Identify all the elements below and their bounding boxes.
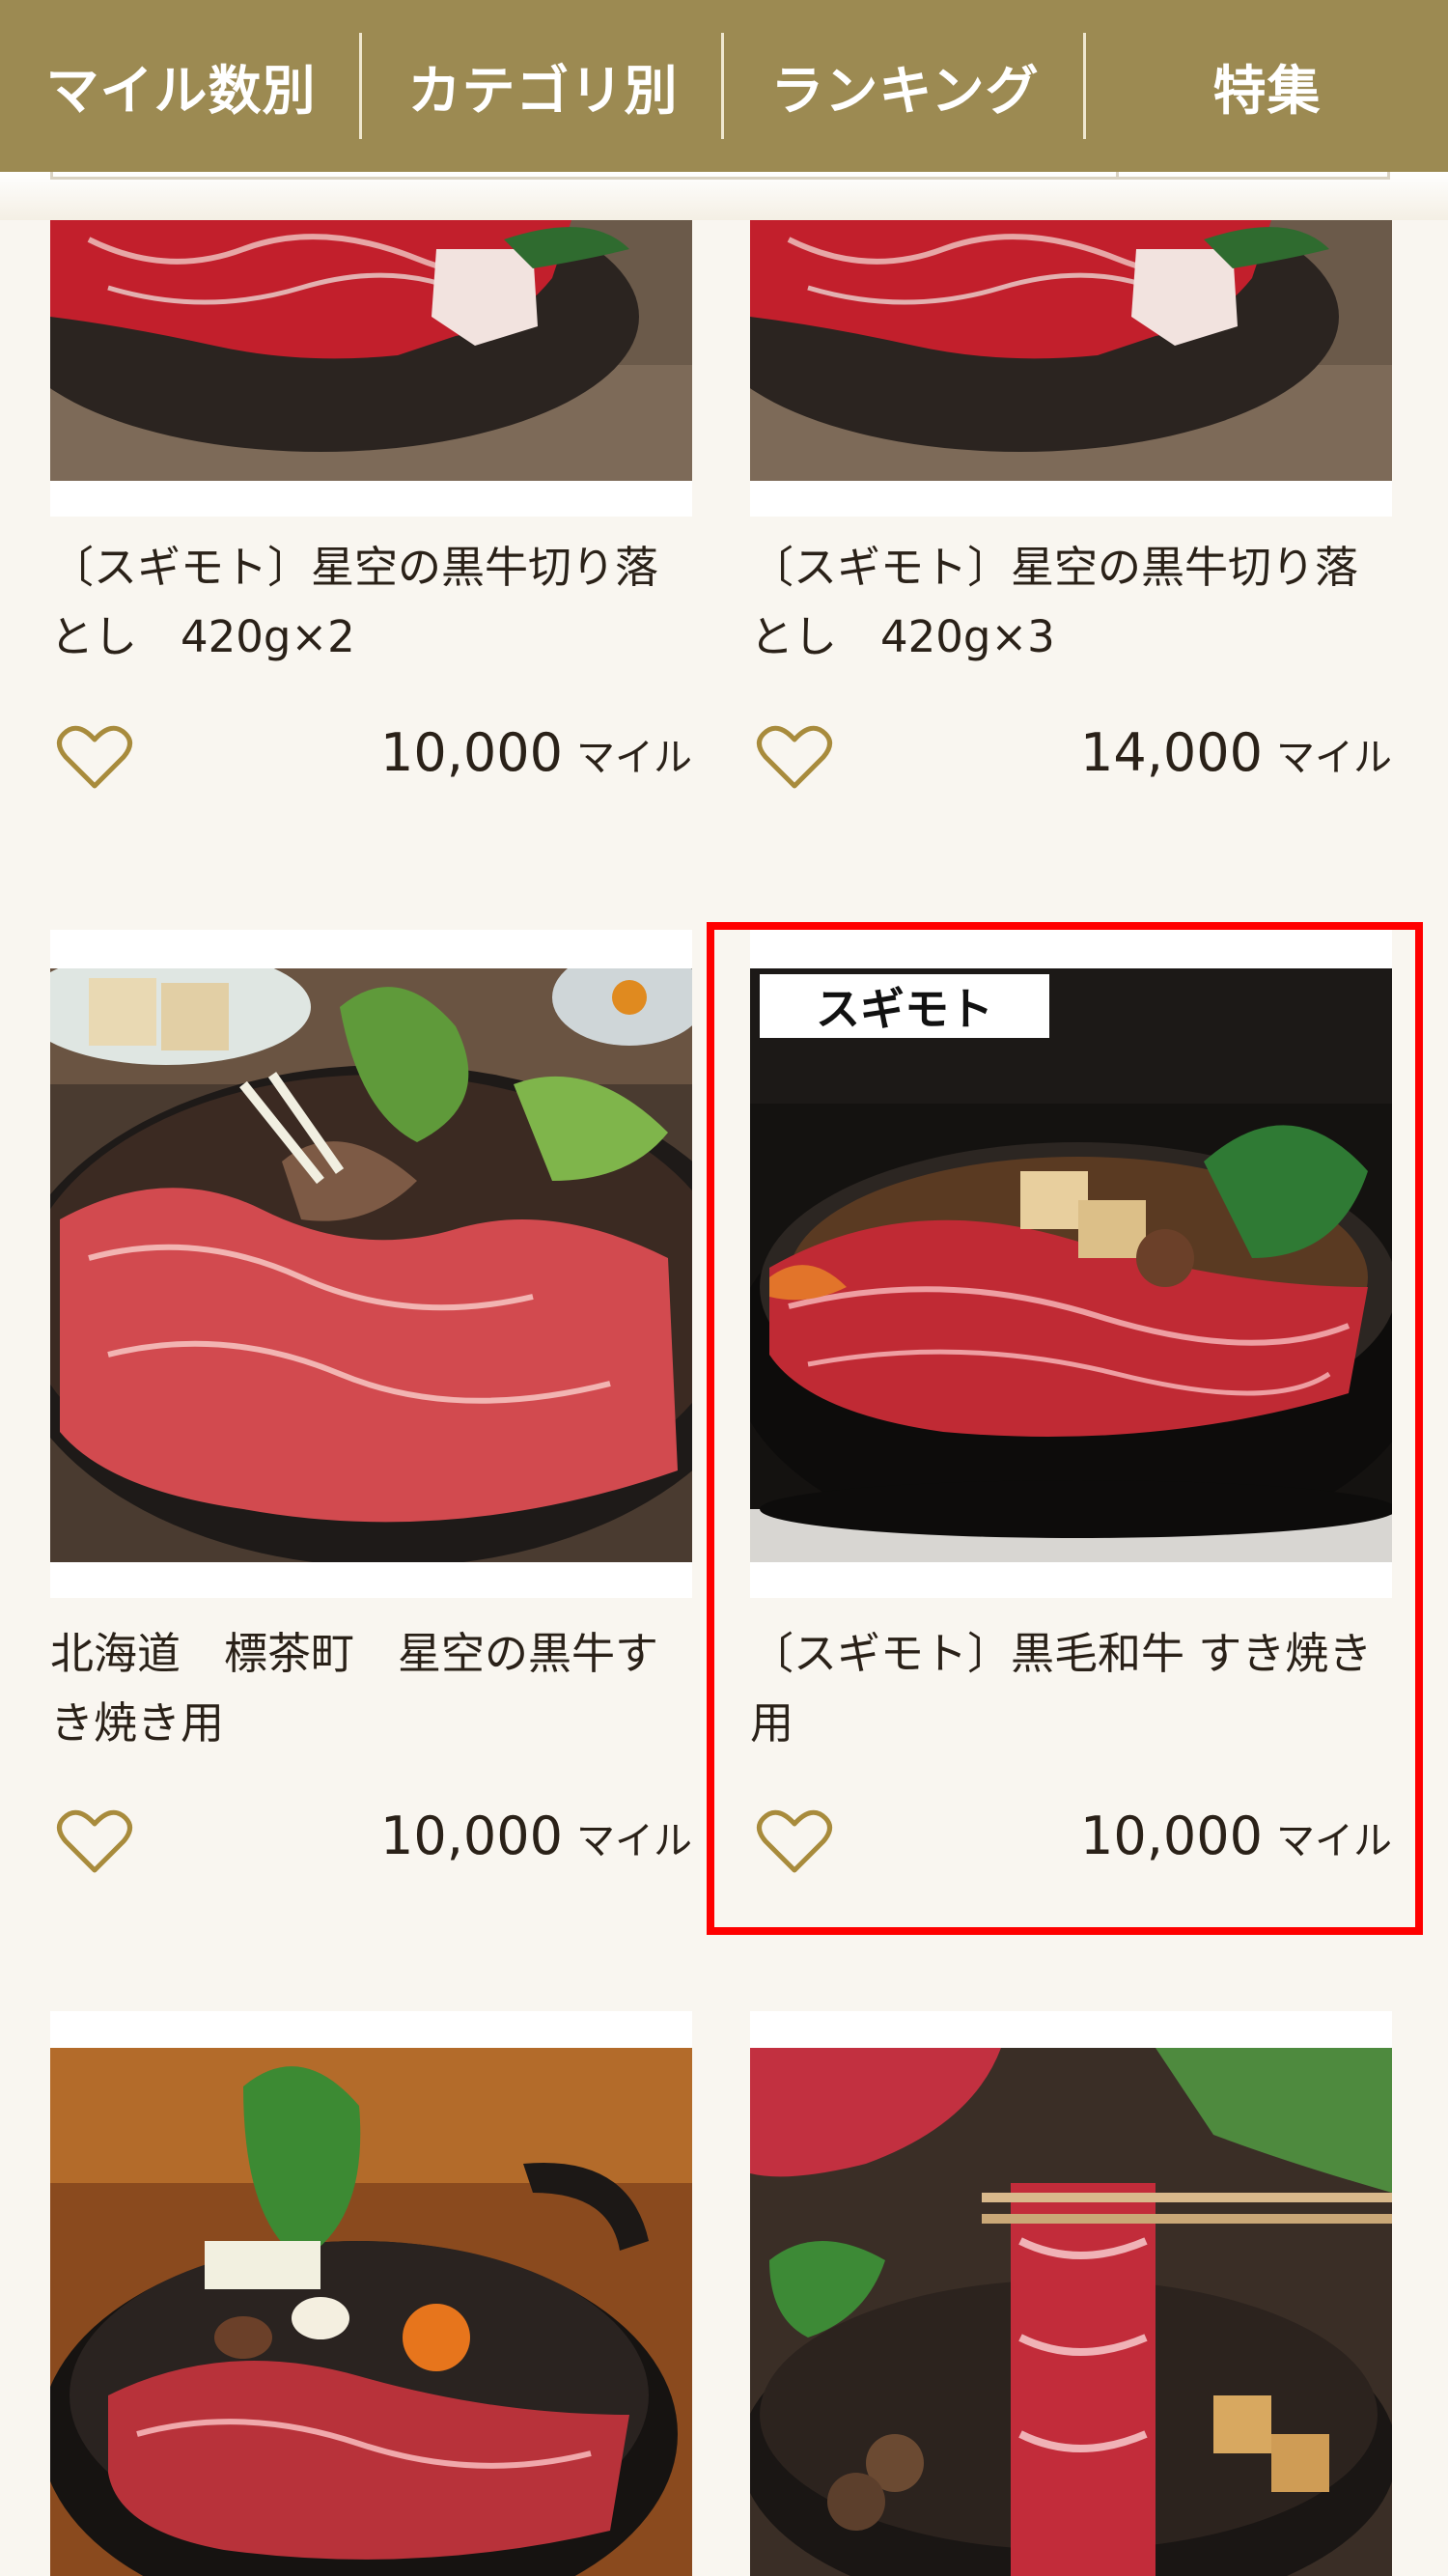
nav-by-category[interactable]: カテゴリ別	[362, 0, 724, 172]
product-image[interactable]	[750, 220, 1392, 481]
nav-features-label: 特集	[1212, 60, 1322, 122]
heart-outline-icon[interactable]	[756, 724, 833, 792]
price-unit: マイル	[1276, 1819, 1392, 1863]
product-title[interactable]: 北海道 標茶町 星空の黒牛すき焼き用	[50, 1619, 692, 1758]
price-value: 10,000	[380, 722, 563, 783]
product-title[interactable]: 〔スギモト〕星空の黒牛切り落とし 420g×2	[50, 533, 692, 672]
nav-by-category-label: カテゴリ別	[407, 60, 679, 122]
price-value: 10,000	[380, 1806, 563, 1866]
top-nav: マイル数別 カテゴリ別 ランキング 特集	[0, 0, 1448, 172]
brand-logo: スギモト	[760, 974, 1049, 1038]
heart-outline-icon[interactable]	[56, 1808, 133, 1876]
subbar-outline	[50, 172, 1390, 180]
product-image[interactable]	[750, 2048, 1392, 2576]
nav-ranking[interactable]: ランキング	[724, 0, 1086, 172]
brand-logo-text: スギモト	[816, 983, 993, 1035]
product-image[interactable]: スギモト	[750, 968, 1392, 1562]
nav-subbar	[0, 172, 1448, 220]
price-unit: マイル	[1276, 736, 1392, 780]
heart-outline-icon[interactable]	[756, 1808, 833, 1876]
price-unit: マイル	[576, 736, 692, 780]
price-value: 14,000	[1080, 722, 1263, 783]
nav-ranking-label: ランキング	[770, 60, 1040, 122]
product-image[interactable]	[50, 968, 692, 1562]
heart-outline-icon[interactable]	[56, 724, 133, 792]
price-unit: マイル	[576, 1819, 692, 1863]
product-price: 14,000 マイル	[1080, 722, 1392, 783]
product-title[interactable]: 〔スギモト〕星空の黒牛切り落とし 420g×3	[750, 533, 1392, 672]
product-price: 10,000 マイル	[380, 1806, 692, 1866]
product-image[interactable]	[50, 2048, 692, 2576]
product-price: 10,000 マイル	[1080, 1806, 1392, 1866]
nav-features[interactable]: 特集	[1086, 0, 1448, 172]
nav-by-miles[interactable]: マイル数別	[0, 0, 362, 172]
product-price: 10,000 マイル	[380, 722, 692, 783]
subbar-divider	[1116, 172, 1119, 180]
product-title[interactable]: 〔スギモト〕黒毛和牛 すき焼き用	[750, 1619, 1392, 1758]
product-image[interactable]	[50, 220, 692, 481]
price-value: 10,000	[1080, 1806, 1263, 1866]
nav-by-miles-label: マイル数別	[45, 60, 317, 122]
